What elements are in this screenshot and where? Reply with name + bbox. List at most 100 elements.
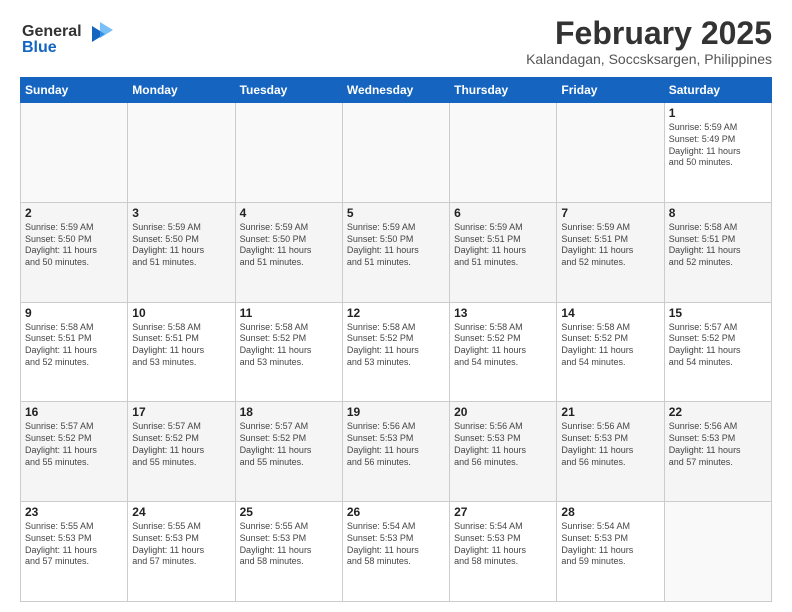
weekday-header: Tuesday xyxy=(235,78,342,103)
day-number: 5 xyxy=(347,206,445,220)
day-number: 20 xyxy=(454,405,552,419)
calendar-cell: 17Sunrise: 5:57 AM Sunset: 5:52 PM Dayli… xyxy=(128,402,235,502)
day-number: 16 xyxy=(25,405,123,419)
day-info: Sunrise: 5:57 AM Sunset: 5:52 PM Dayligh… xyxy=(669,322,767,369)
calendar-cell: 21Sunrise: 5:56 AM Sunset: 5:53 PM Dayli… xyxy=(557,402,664,502)
day-number: 10 xyxy=(132,306,230,320)
day-number: 19 xyxy=(347,405,445,419)
calendar-row: 9 Sunrise: 5:58 AM Sunset: 5:51 PM Daylig… xyxy=(21,302,772,402)
day-info: Sunrise: 5:58 AM Sunset: 5:52 PM Dayligh… xyxy=(347,322,445,369)
day-number: 13 xyxy=(454,306,552,320)
calendar-row: 2 Sunrise: 5:59 AM Sunset: 5:50 PM Daylig… xyxy=(21,202,772,302)
page: General Blue February 2025 Kalandagan, S… xyxy=(0,0,792,612)
day-info: Sunrise: 5:58 AM Sunset: 5:52 PM Dayligh… xyxy=(561,322,659,369)
day-info: Sunrise: 5:56 AM Sunset: 5:53 PM Dayligh… xyxy=(454,421,552,468)
calendar-cell: 25 Sunrise: 5:55 AM Sunset: 5:53 PM Dayli… xyxy=(235,502,342,602)
calendar-table: SundayMondayTuesdayWednesdayThursdayFrid… xyxy=(20,77,772,602)
day-number: 23 xyxy=(25,505,123,519)
calendar-row: 1 Sunrise: 5:59 AM Sunset: 5:49 PM Daylig… xyxy=(21,103,772,203)
weekday-header: Friday xyxy=(557,78,664,103)
calendar-cell xyxy=(21,103,128,203)
day-number: 6 xyxy=(454,206,552,220)
calendar-cell: 12 Sunrise: 5:58 AM Sunset: 5:52 PM Dayli… xyxy=(342,302,449,402)
day-info: Sunrise: 5:59 AM Sunset: 5:50 PM Dayligh… xyxy=(347,222,445,269)
svg-text:General: General xyxy=(22,23,82,40)
calendar-cell: 13 Sunrise: 5:58 AM Sunset: 5:52 PM Dayli… xyxy=(450,302,557,402)
weekday-header: Saturday xyxy=(664,78,771,103)
day-number: 8 xyxy=(669,206,767,220)
title-block: February 2025 Kalandagan, Soccsksargen, … xyxy=(526,16,772,67)
calendar-cell: 7Sunrise: 5:59 AM Sunset: 5:51 PM Daylig… xyxy=(557,202,664,302)
calendar-cell: 10 Sunrise: 5:58 AM Sunset: 5:51 PM Dayli… xyxy=(128,302,235,402)
calendar-cell: 4 Sunrise: 5:59 AM Sunset: 5:50 PM Daylig… xyxy=(235,202,342,302)
calendar-cell xyxy=(664,502,771,602)
day-info: Sunrise: 5:58 AM Sunset: 5:52 PM Dayligh… xyxy=(240,322,338,369)
day-info: Sunrise: 5:54 AM Sunset: 5:53 PM Dayligh… xyxy=(561,521,659,568)
calendar-cell: 26 Sunrise: 5:54 AM Sunset: 5:53 PM Dayli… xyxy=(342,502,449,602)
day-number: 25 xyxy=(240,505,338,519)
calendar-cell xyxy=(235,103,342,203)
day-info: Sunrise: 5:59 AM Sunset: 5:50 PM Dayligh… xyxy=(240,222,338,269)
day-number: 28 xyxy=(561,505,659,519)
day-number: 1 xyxy=(669,106,767,120)
calendar-row: 16 Sunrise: 5:57 AM Sunset: 5:52 PM Dayli… xyxy=(21,402,772,502)
calendar-cell xyxy=(450,103,557,203)
day-number: 12 xyxy=(347,306,445,320)
weekday-header: Monday xyxy=(128,78,235,103)
svg-text:Blue: Blue xyxy=(22,39,57,56)
day-info: Sunrise: 5:54 AM Sunset: 5:53 PM Dayligh… xyxy=(347,521,445,568)
day-info: Sunrise: 5:59 AM Sunset: 5:51 PM Dayligh… xyxy=(454,222,552,269)
day-info: Sunrise: 5:57 AM Sunset: 5:52 PM Dayligh… xyxy=(25,421,123,468)
day-info: Sunrise: 5:58 AM Sunset: 5:52 PM Dayligh… xyxy=(454,322,552,369)
day-info: Sunrise: 5:59 AM Sunset: 5:49 PM Dayligh… xyxy=(669,122,767,169)
weekday-header: Sunday xyxy=(21,78,128,103)
day-info: Sunrise: 5:55 AM Sunset: 5:53 PM Dayligh… xyxy=(25,521,123,568)
day-info: Sunrise: 5:55 AM Sunset: 5:53 PM Dayligh… xyxy=(240,521,338,568)
calendar-cell: 20 Sunrise: 5:56 AM Sunset: 5:53 PM Dayli… xyxy=(450,402,557,502)
calendar-subtitle: Kalandagan, Soccsksargen, Philippines xyxy=(526,51,772,67)
day-info: Sunrise: 5:54 AM Sunset: 5:53 PM Dayligh… xyxy=(454,521,552,568)
day-number: 22 xyxy=(669,405,767,419)
logo-icon: General Blue xyxy=(20,16,120,61)
day-number: 26 xyxy=(347,505,445,519)
calendar-cell: 23 Sunrise: 5:55 AM Sunset: 5:53 PM Dayli… xyxy=(21,502,128,602)
day-info: Sunrise: 5:59 AM Sunset: 5:50 PM Dayligh… xyxy=(132,222,230,269)
day-number: 15 xyxy=(669,306,767,320)
logo: General Blue xyxy=(20,16,120,66)
calendar-cell: 11 Sunrise: 5:58 AM Sunset: 5:52 PM Dayli… xyxy=(235,302,342,402)
weekday-header: Wednesday xyxy=(342,78,449,103)
weekday-header-row: SundayMondayTuesdayWednesdayThursdayFrid… xyxy=(21,78,772,103)
day-number: 18 xyxy=(240,405,338,419)
day-info: Sunrise: 5:59 AM Sunset: 5:50 PM Dayligh… xyxy=(25,222,123,269)
day-number: 9 xyxy=(25,306,123,320)
day-info: Sunrise: 5:57 AM Sunset: 5:52 PM Dayligh… xyxy=(240,421,338,468)
day-number: 27 xyxy=(454,505,552,519)
calendar-cell: 22Sunrise: 5:56 AM Sunset: 5:53 PM Dayli… xyxy=(664,402,771,502)
calendar-cell: 8Sunrise: 5:58 AM Sunset: 5:51 PM Daylig… xyxy=(664,202,771,302)
day-number: 11 xyxy=(240,306,338,320)
calendar-cell xyxy=(557,103,664,203)
day-number: 4 xyxy=(240,206,338,220)
calendar-cell: 18 Sunrise: 5:57 AM Sunset: 5:52 PM Dayli… xyxy=(235,402,342,502)
calendar-row: 23 Sunrise: 5:55 AM Sunset: 5:53 PM Dayli… xyxy=(21,502,772,602)
day-info: Sunrise: 5:59 AM Sunset: 5:51 PM Dayligh… xyxy=(561,222,659,269)
calendar-cell: 3 Sunrise: 5:59 AM Sunset: 5:50 PM Daylig… xyxy=(128,202,235,302)
calendar-cell: 5 Sunrise: 5:59 AM Sunset: 5:50 PM Daylig… xyxy=(342,202,449,302)
calendar-cell: 1 Sunrise: 5:59 AM Sunset: 5:49 PM Daylig… xyxy=(664,103,771,203)
calendar-cell: 6 Sunrise: 5:59 AM Sunset: 5:51 PM Daylig… xyxy=(450,202,557,302)
weekday-header: Thursday xyxy=(450,78,557,103)
day-number: 14 xyxy=(561,306,659,320)
calendar-cell: 27 Sunrise: 5:54 AM Sunset: 5:53 PM Dayli… xyxy=(450,502,557,602)
day-number: 2 xyxy=(25,206,123,220)
calendar-cell: 15 Sunrise: 5:57 AM Sunset: 5:52 PM Dayli… xyxy=(664,302,771,402)
calendar-cell xyxy=(342,103,449,203)
calendar-cell: 2 Sunrise: 5:59 AM Sunset: 5:50 PM Daylig… xyxy=(21,202,128,302)
day-info: Sunrise: 5:58 AM Sunset: 5:51 PM Dayligh… xyxy=(132,322,230,369)
day-info: Sunrise: 5:57 AM Sunset: 5:52 PM Dayligh… xyxy=(132,421,230,468)
day-info: Sunrise: 5:56 AM Sunset: 5:53 PM Dayligh… xyxy=(561,421,659,468)
calendar-cell: 9 Sunrise: 5:58 AM Sunset: 5:51 PM Daylig… xyxy=(21,302,128,402)
day-info: Sunrise: 5:58 AM Sunset: 5:51 PM Dayligh… xyxy=(25,322,123,369)
calendar-cell: 14 Sunrise: 5:58 AM Sunset: 5:52 PM Dayli… xyxy=(557,302,664,402)
day-number: 24 xyxy=(132,505,230,519)
day-number: 3 xyxy=(132,206,230,220)
